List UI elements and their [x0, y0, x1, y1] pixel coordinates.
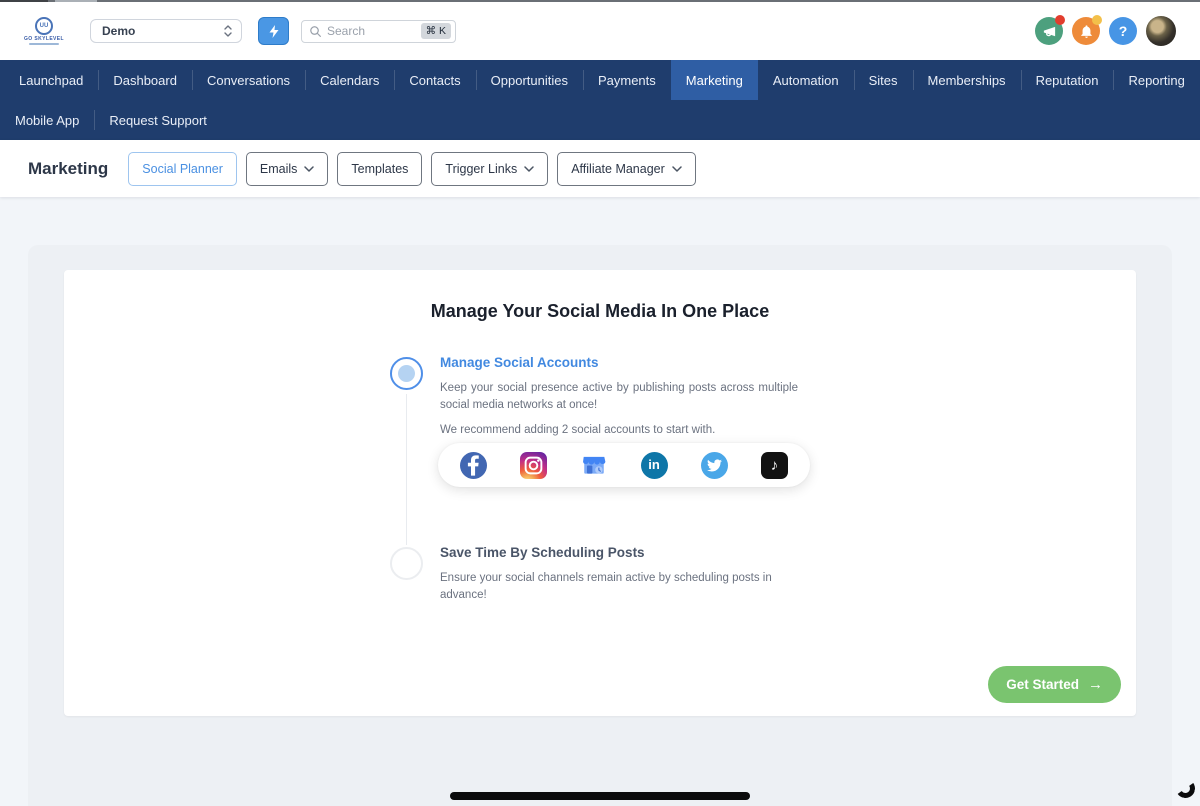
- linkedin-glyph: in: [648, 456, 660, 472]
- go-skylevel-logo: UU GO SKYLEVEL: [22, 17, 66, 45]
- bell-icon: [1080, 24, 1092, 38]
- top-bar-actions: ?: [1035, 15, 1176, 46]
- step2-content: Save Time By Scheduling Posts Ensure you…: [440, 545, 796, 614]
- tab-social-planner[interactable]: Social Planner: [128, 151, 237, 186]
- tiktok-icon: ♪: [760, 451, 788, 479]
- nav-item-memberships[interactable]: Memberships: [912, 60, 1021, 100]
- tab-label: Affiliate Manager: [571, 161, 665, 176]
- google-my-business-icon: [580, 452, 607, 479]
- nav-item-automation[interactable]: Automation: [758, 60, 854, 100]
- nav-item-request-support[interactable]: Request Support: [94, 100, 222, 140]
- announcements-button[interactable]: [1035, 15, 1065, 45]
- arrow-right-icon: →: [1088, 676, 1103, 693]
- nav-row-secondary: Mobile App Request Support: [0, 100, 1200, 140]
- search-icon: [310, 25, 321, 37]
- tab-affiliate-manager[interactable]: Affiliate Manager: [557, 151, 696, 186]
- tab-trigger-links[interactable]: Trigger Links: [431, 151, 549, 186]
- step1-description: Keep your social presence active by publ…: [440, 382, 798, 412]
- nav-item-calendars[interactable]: Calendars: [305, 60, 394, 100]
- get-started-button[interactable]: Get Started →: [988, 666, 1121, 703]
- step2-description: Ensure your social channels remain activ…: [440, 572, 772, 602]
- step2-indicator: [390, 547, 423, 580]
- nav-item-reporting[interactable]: Reporting: [1113, 60, 1199, 100]
- top-bar: UU GO SKYLEVEL Demo ⌘ K: [0, 2, 1200, 60]
- quick-actions-button[interactable]: [258, 17, 289, 45]
- onboarding-card: Manage Your Social Media In One Place Ma…: [64, 270, 1136, 716]
- nav-item-marketing[interactable]: Marketing: [670, 60, 758, 100]
- location-select[interactable]: Demo: [90, 19, 242, 43]
- page-title: Marketing: [28, 158, 109, 178]
- step1-content: Manage Social Accounts Keep your social …: [440, 355, 798, 436]
- tab-label: Social Planner: [142, 161, 223, 176]
- instagram-icon: [520, 451, 548, 479]
- chevron-down-icon: [524, 165, 534, 172]
- logo-tagline: [29, 43, 59, 45]
- facebook-icon: [460, 451, 487, 479]
- step1-indicator: [390, 357, 423, 390]
- step1-title: Manage Social Accounts: [440, 355, 599, 370]
- help-button[interactable]: ?: [1109, 17, 1137, 45]
- nav-item-conversations[interactable]: Conversations: [191, 60, 305, 100]
- linkedin-icon: in: [640, 451, 668, 479]
- nav-item-mobile-app[interactable]: Mobile App: [0, 100, 94, 140]
- search-input[interactable]: [327, 24, 416, 38]
- chevron-down-icon: [304, 165, 315, 172]
- get-started-label: Get Started: [1006, 677, 1079, 692]
- nav-item-sites[interactable]: Sites: [853, 60, 913, 100]
- nav-item-reputation[interactable]: Reputation: [1020, 60, 1114, 100]
- tab-emails[interactable]: Emails: [245, 151, 329, 186]
- tab-label: Trigger Links: [445, 161, 518, 176]
- user-avatar[interactable]: [1146, 16, 1176, 46]
- nav-item-dashboard[interactable]: Dashboard: [98, 60, 192, 100]
- step2-title: Save Time By Scheduling Posts: [440, 545, 645, 560]
- notifications-button[interactable]: [1072, 15, 1102, 45]
- social-networks-strip: in ♪: [438, 443, 810, 487]
- global-search[interactable]: ⌘ K: [301, 19, 456, 43]
- step1-active-dot: [398, 365, 415, 382]
- step-connector-line: [406, 394, 407, 545]
- chevron-down-icon: [672, 165, 682, 172]
- announcements-notification-dot: [1055, 15, 1065, 25]
- logo-brand-text: GO SKYLEVEL: [24, 36, 64, 42]
- search-shortcut-badge: ⌘ K: [420, 23, 451, 39]
- lightning-bolt-icon: [269, 24, 278, 38]
- logo-emblem-icon: UU: [35, 17, 53, 35]
- nav-item-opportunities[interactable]: Opportunities: [475, 60, 583, 100]
- tab-label: Templates: [351, 161, 409, 176]
- megaphone-icon: [1043, 26, 1055, 36]
- main-navigation: Launchpad Dashboard Conversations Calend…: [0, 60, 1200, 189]
- location-select-value: Demo: [102, 24, 136, 38]
- home-indicator-bar: [450, 792, 750, 800]
- nav-row-primary: Launchpad Dashboard Conversations Calend…: [0, 60, 1200, 100]
- marketing-toolbar: Marketing Social Planner Emails Template…: [0, 140, 1200, 197]
- nav-item-contacts[interactable]: Contacts: [394, 60, 475, 100]
- nav-item-payments[interactable]: Payments: [582, 60, 671, 100]
- question-mark-icon: ?: [1118, 23, 1128, 39]
- step1-note: We recommend adding 2 social accounts to…: [440, 423, 716, 436]
- app-screen: UU GO SKYLEVEL Demo ⌘ K: [0, 0, 1200, 806]
- tab-templates[interactable]: Templates: [337, 151, 423, 186]
- select-chevrons-icon: [224, 25, 232, 37]
- tab-label: Emails: [259, 161, 298, 176]
- tiktok-glyph: ♪: [770, 456, 779, 474]
- twitter-icon: [700, 451, 728, 479]
- onboarding-title: Manage Your Social Media In One Place: [430, 301, 770, 321]
- notifications-dot: [1092, 15, 1102, 25]
- nav-item-launchpad[interactable]: Launchpad: [4, 60, 98, 100]
